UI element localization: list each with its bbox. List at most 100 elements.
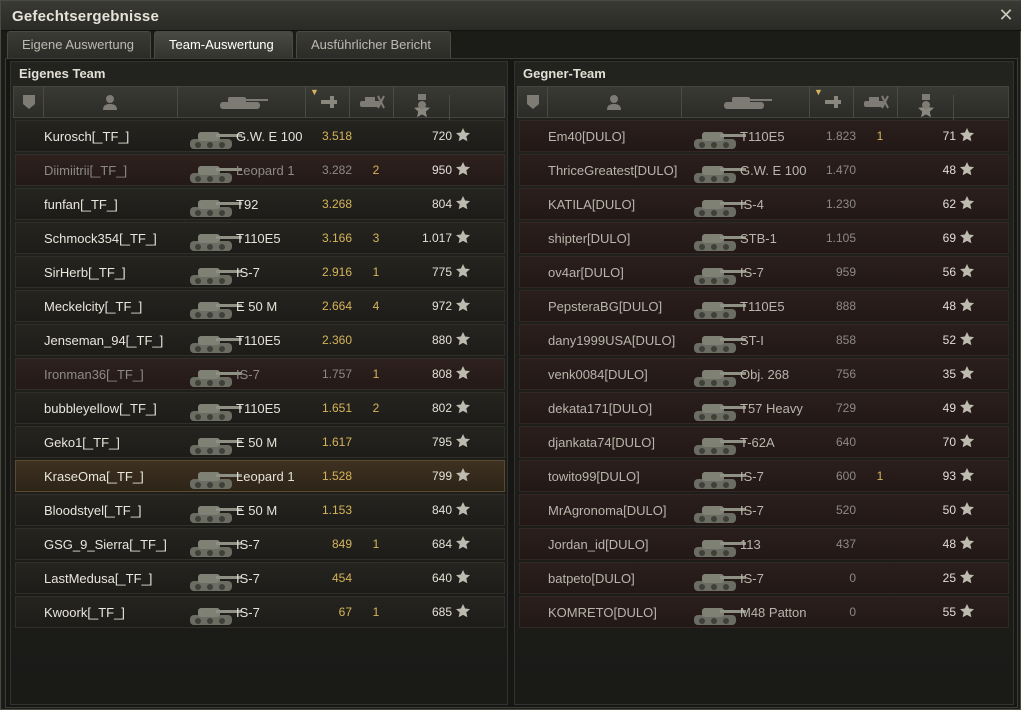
kills-value: 2 [372, 401, 380, 415]
vehicle-name: M48 Patton [740, 605, 807, 620]
player-row[interactable]: dany1999USA[DULO] ST-I 858 52 [519, 324, 1009, 356]
vehicle-name: T-62A [740, 435, 775, 450]
player-row[interactable]: Schmock354[_TF_] T110E5 3.166 3 1.017 [15, 222, 505, 254]
tab-bar: Eigene Auswertung Team-Auswertung Ausfüh… [7, 31, 454, 58]
damage-value: 2.360 [321, 333, 352, 347]
star-icon [456, 434, 470, 448]
player-name: KOMRETO[DULO] [548, 605, 657, 620]
kills-column-header[interactable] [350, 87, 394, 117]
player-row[interactable]: shipter[DULO] STB-1 1.105 69 [519, 222, 1009, 254]
damage-value: 1.528 [321, 469, 352, 483]
player-name: Geko1[_TF_] [44, 435, 120, 450]
damage-column-header[interactable]: ▼ [810, 87, 854, 117]
xp-value: 684 [431, 537, 452, 551]
kills-value: 1 [876, 469, 884, 483]
damage-value: 0 [849, 571, 856, 585]
kills-value: 1 [876, 129, 884, 143]
player-row[interactable]: KATILA[DULO] IS-4 1.230 62 [519, 188, 1009, 220]
xp-value: 972 [431, 299, 452, 313]
vehicle-name: IS-7 [236, 605, 260, 620]
kills-value: 2 [372, 163, 380, 177]
xp-value: 48 [942, 163, 956, 177]
vehicle-column-header[interactable] [682, 87, 810, 117]
own-team-header: ▼ [13, 86, 505, 125]
player-row[interactable]: Geko1[_TF_] E 50 M 1.617 795 [15, 426, 505, 458]
vehicle-name: IS-7 [740, 503, 764, 518]
medal-column-header[interactable] [394, 87, 450, 117]
player-row[interactable]: Kwoork[_TF_] IS-7 67 1 685 [15, 596, 505, 628]
player-row[interactable]: LastMedusa[_TF_] IS-7 454 640 [15, 562, 505, 594]
star-icon [456, 536, 470, 550]
medal-icon [418, 94, 426, 109]
player-name: SirHerb[_TF_] [44, 265, 126, 280]
tab-team[interactable]: Team-Auswertung [154, 31, 293, 58]
player-row[interactable]: Kurosch[_TF_] G.W. E 100 3.518 720 [15, 120, 505, 152]
squad-column-header[interactable] [14, 87, 44, 117]
player-row[interactable]: KOMRETO[DULO] M48 Patton 0 55 [519, 596, 1009, 628]
damage-value: 729 [835, 401, 856, 415]
squad-icon [23, 95, 35, 109]
player-name: KATILA[DULO] [548, 197, 636, 212]
player-column-header[interactable] [44, 87, 178, 117]
tab-bericht[interactable]: Ausführlicher Bericht [296, 31, 451, 58]
player-row[interactable]: MrAgronoma[DULO] IS-7 520 50 [519, 494, 1009, 526]
star-icon [456, 502, 470, 516]
vehicle-column-header[interactable] [178, 87, 306, 117]
star-icon [456, 332, 470, 346]
player-row[interactable]: PepsteraBG[DULO] T110E5 888 48 [519, 290, 1009, 322]
player-row[interactable]: Em40[DULO] T110E5 1.823 1 71 [519, 120, 1009, 152]
xp-value: 640 [431, 571, 452, 585]
player-row[interactable]: dekata171[DULO] T57 Heavy 729 49 [519, 392, 1009, 424]
medal-column-header[interactable] [898, 87, 954, 117]
star-icon [960, 434, 974, 448]
squad-column-header[interactable] [518, 87, 548, 117]
player-row[interactable]: djankata74[DULO] T-62A 640 70 [519, 426, 1009, 458]
vehicle-name: E 50 M [236, 299, 278, 314]
player-row[interactable]: Meckelcity[_TF_] E 50 M 2.664 4 972 [15, 290, 505, 322]
player-name: ov4ar[DULO] [548, 265, 624, 280]
damage-value: 1.757 [321, 367, 352, 381]
player-row[interactable]: Jordan_id[DULO] 113 437 48 [519, 528, 1009, 560]
player-name: Kurosch[_TF_] [44, 129, 130, 144]
vehicle-name: E 50 M [236, 503, 278, 518]
player-row[interactable]: venk0084[DULO] Obj. 268 756 35 [519, 358, 1009, 390]
xp-value: 685 [431, 605, 452, 619]
enemy-team-panel: Gegner-Team ▼ Em40[DULO] T110E5 1.823 1 … [514, 61, 1014, 705]
player-row[interactable]: ThriceGreatest[DULO] G.W. E 100 1.470 48 [519, 154, 1009, 186]
player-row[interactable]: SirHerb[_TF_] IS-7 2.916 1 775 [15, 256, 505, 288]
own-team-title: Eigenes Team [19, 66, 106, 81]
player-name: dany1999USA[DULO] [548, 333, 676, 348]
vehicle-name: T110E5 [236, 333, 281, 348]
player-row[interactable]: GSG_9_Sierra[_TF_] IS-7 849 1 684 [15, 528, 505, 560]
close-icon[interactable]: ✕ [996, 5, 1016, 25]
player-row[interactable]: Jenseman_94[_TF_] T110E5 2.360 880 [15, 324, 505, 356]
title-bar[interactable]: Gefechtsergebnisse ✕ [1, 1, 1021, 31]
player-row[interactable]: Diimiitrii[_TF_] Leopard 1 3.282 2 950 [15, 154, 505, 186]
damage-value: 640 [835, 435, 856, 449]
player-row[interactable]: KraseOma[_TF_] Leopard 1 1.528 799 [15, 460, 505, 492]
tab-eigene[interactable]: Eigene Auswertung [7, 31, 151, 58]
player-row[interactable]: ov4ar[DULO] IS-7 959 56 [519, 256, 1009, 288]
damage-value: 1.230 [825, 197, 856, 211]
medal-icon [922, 94, 930, 109]
player-row[interactable]: Bloodstyel[_TF_] E 50 M 1.153 840 [15, 494, 505, 526]
player-row[interactable]: towito99[DULO] IS-7 600 1 93 [519, 460, 1009, 492]
vehicle-name: IS-7 [740, 265, 764, 280]
damage-value: 959 [835, 265, 856, 279]
player-name: funfan[_TF_] [44, 197, 118, 212]
player-row[interactable]: Ironman36[_TF_] IS-7 1.757 1 808 [15, 358, 505, 390]
team-results-content: Eigenes Team ▼ Kurosch[_TF_] G.W. E 100 … [5, 58, 1018, 708]
damage-value: 3.282 [321, 163, 352, 177]
damage-value: 520 [835, 503, 856, 517]
player-name: bubbleyellow[_TF_] [44, 401, 157, 416]
player-column-header[interactable] [548, 87, 682, 117]
kills-column-header[interactable] [854, 87, 898, 117]
player-row[interactable]: funfan[_TF_] T92 3.268 804 [15, 188, 505, 220]
vehicle-name: ST-I [740, 333, 764, 348]
player-row[interactable]: batpeto[DULO] IS-7 0 25 [519, 562, 1009, 594]
player-name: Jenseman_94[_TF_] [44, 333, 164, 348]
player-row[interactable]: bubbleyellow[_TF_] T110E5 1.651 2 802 [15, 392, 505, 424]
vehicle-name: T110E5 [740, 129, 785, 144]
vehicle-name: E 50 M [236, 435, 278, 450]
damage-column-header[interactable]: ▼ [306, 87, 350, 117]
